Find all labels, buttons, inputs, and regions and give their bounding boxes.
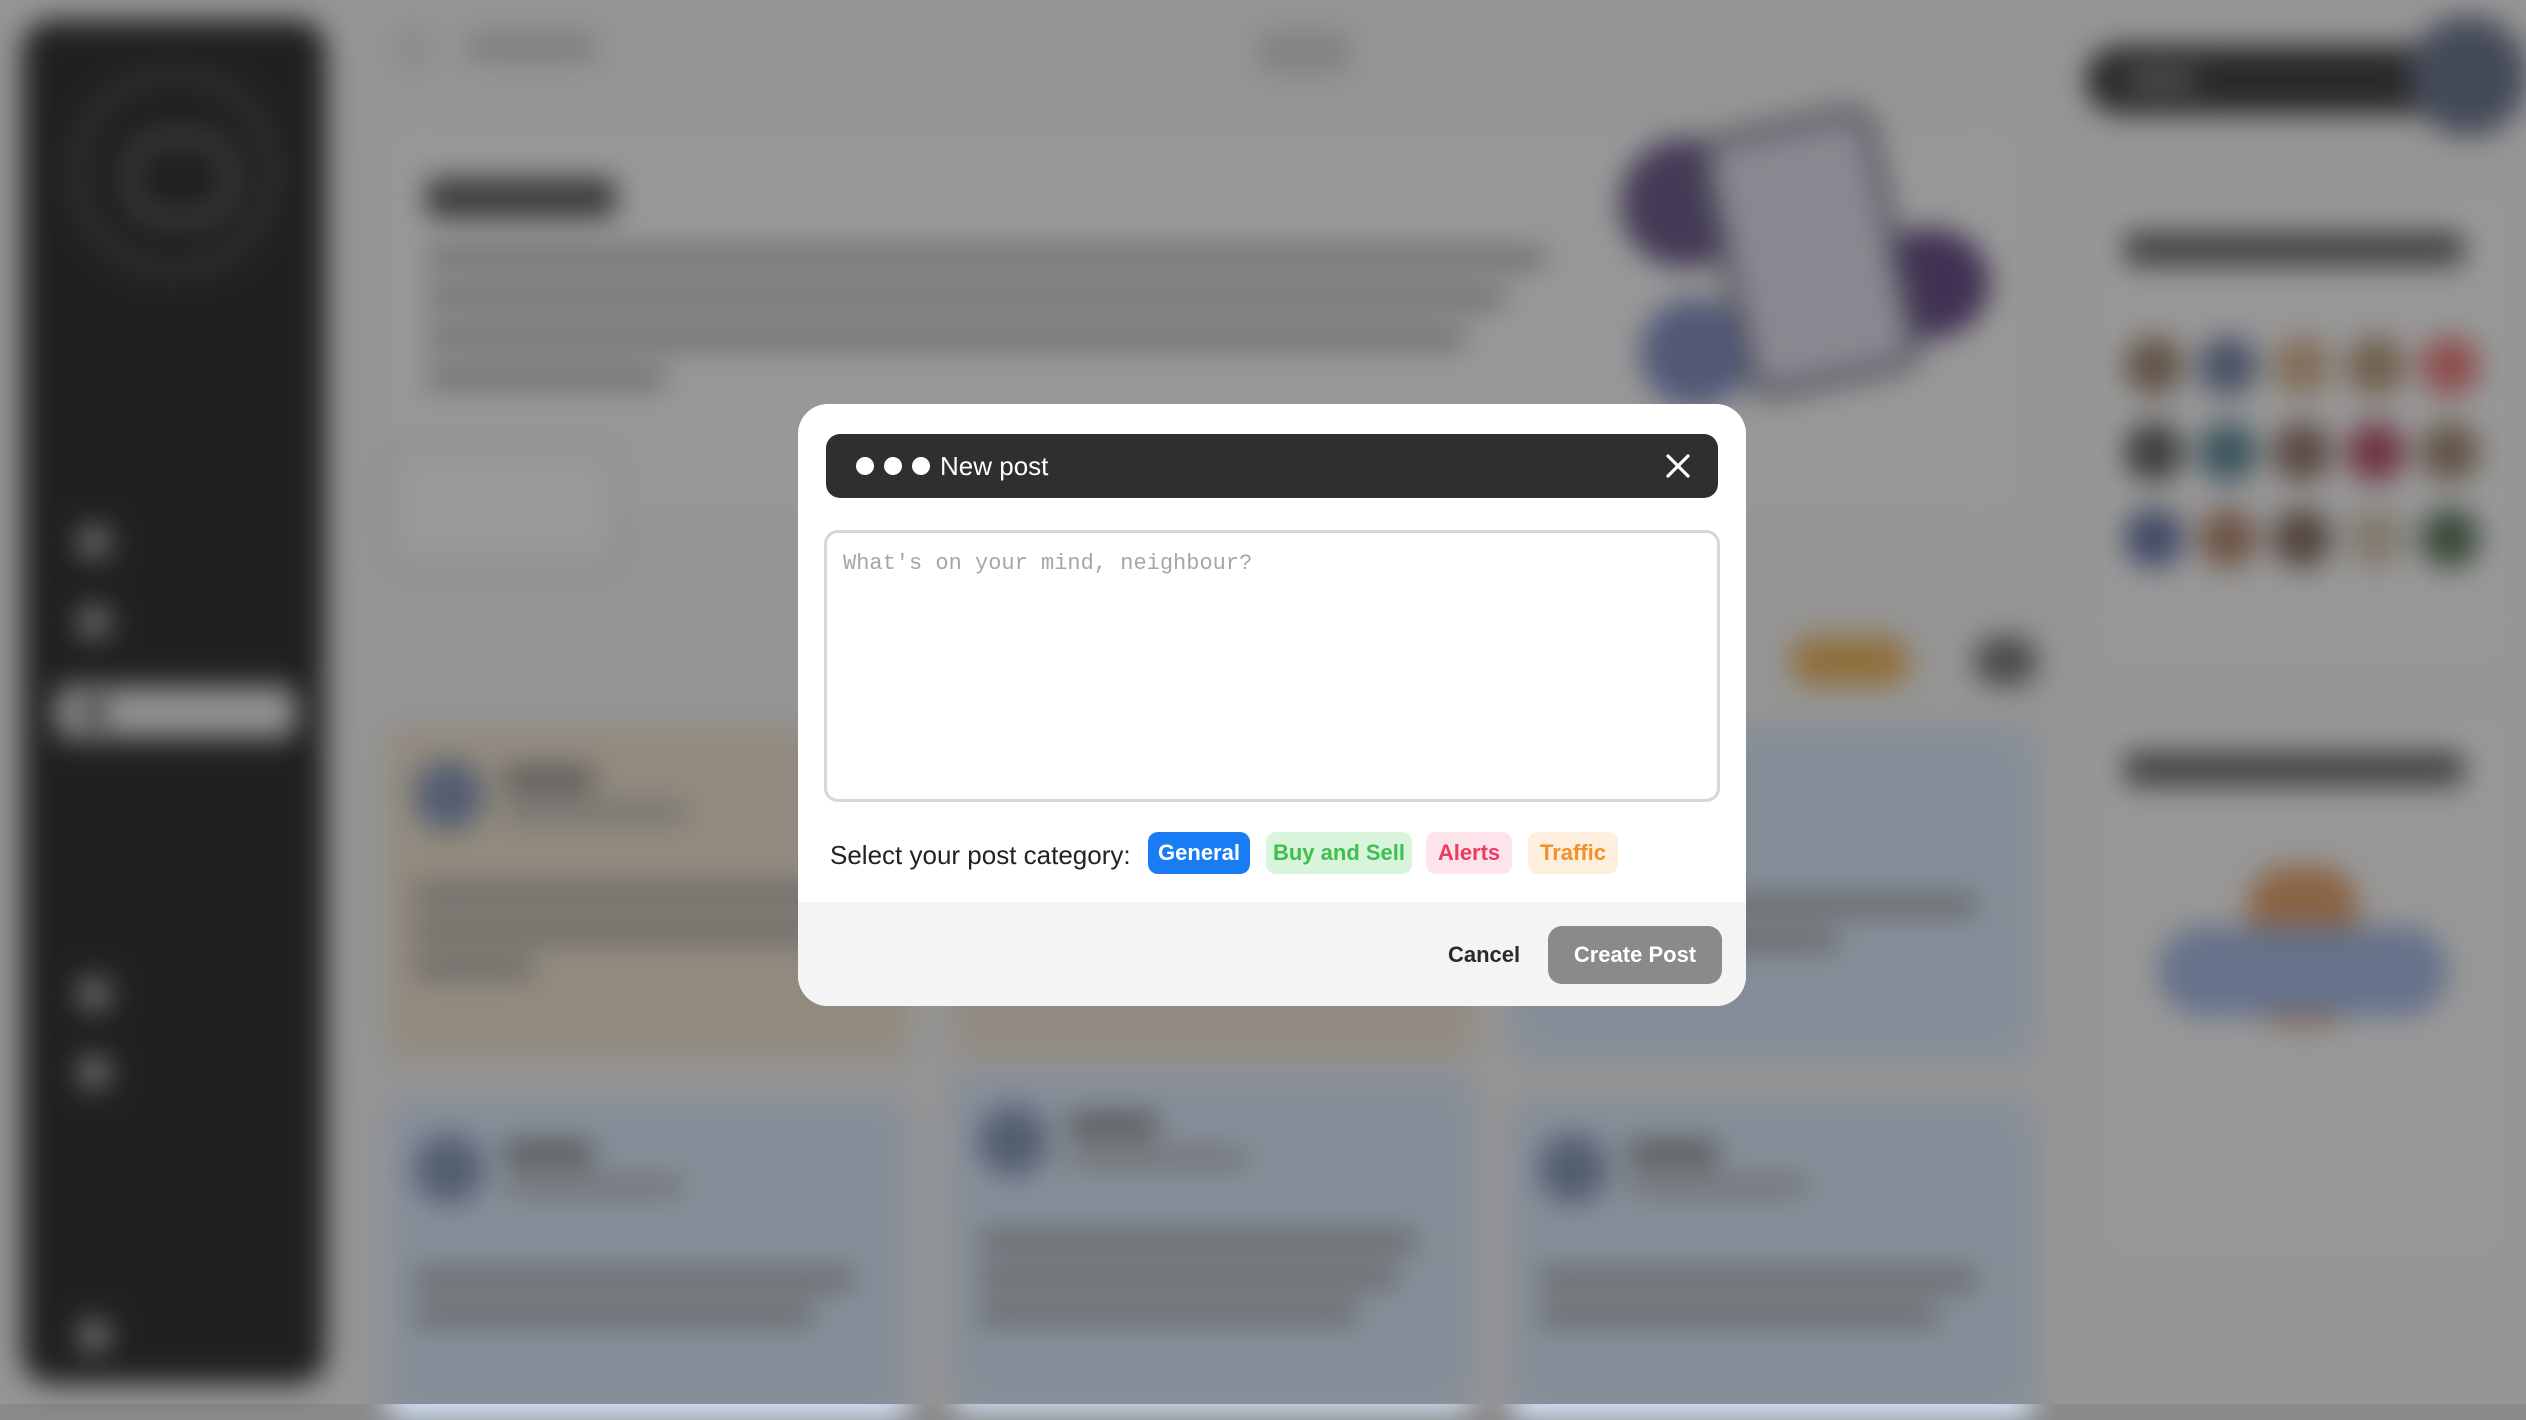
new-post-modal: New post Select your post category: Gene… <box>798 404 1746 1006</box>
close-icon <box>1662 450 1694 482</box>
category-alerts-chip[interactable]: Alerts <box>1426 832 1512 874</box>
modal-header: New post <box>826 434 1718 498</box>
more-dots-icon <box>856 457 930 475</box>
category-prompt: Select your post category: <box>830 840 1131 871</box>
post-text-input[interactable] <box>824 530 1720 802</box>
create-post-button[interactable]: Create Post <box>1548 926 1722 984</box>
category-traffic-chip[interactable]: Traffic <box>1528 832 1618 874</box>
category-general-chip[interactable]: General <box>1148 832 1250 874</box>
cancel-button[interactable]: Cancel <box>1432 928 1536 982</box>
modal-title: New post <box>940 434 1048 498</box>
category-buy-and-sell-chip[interactable]: Buy and Sell <box>1266 832 1412 874</box>
modal-footer: Cancel Create Post <box>798 902 1746 1006</box>
close-button[interactable] <box>1662 450 1694 482</box>
